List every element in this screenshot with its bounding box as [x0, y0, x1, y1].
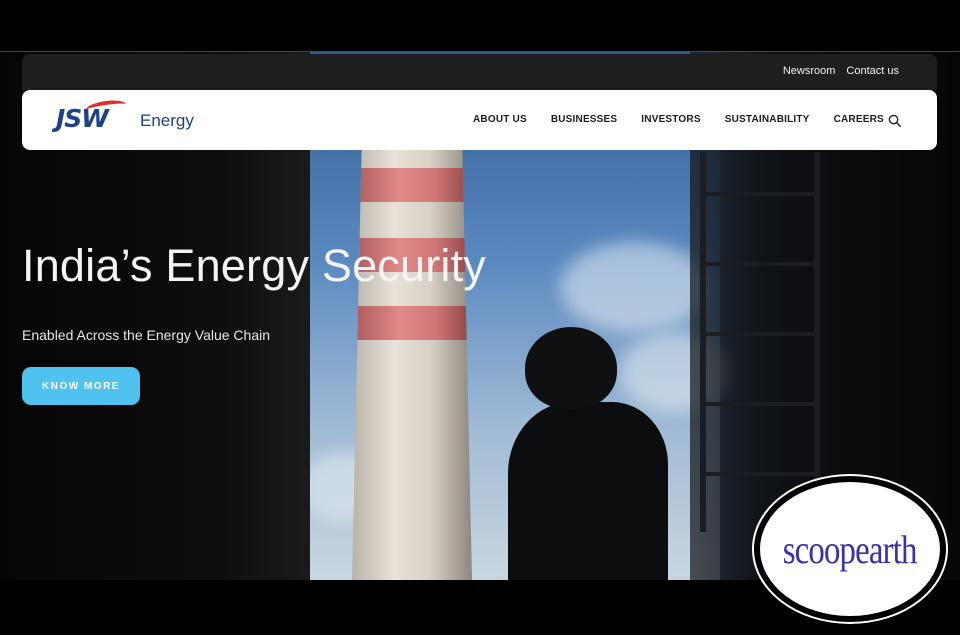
worker-silhouette-helmet [525, 327, 617, 409]
nav-item-investors[interactable]: INVESTORS [641, 114, 700, 125]
scaffold-rung [706, 332, 814, 336]
scaffold-rung [706, 472, 814, 476]
utility-bar: Newsroom Contact us [22, 54, 937, 90]
nav-menu: ABOUT US BUSINESSES INVESTORS SUSTAINABI… [473, 114, 884, 125]
watermark-text: scoopearth [783, 526, 918, 572]
jsw-energy-logo[interactable]: JSW Energy [56, 98, 206, 138]
search-icon[interactable] [888, 114, 901, 127]
hero-title: India’s Energy Security [22, 240, 487, 291]
hero-cloud [560, 242, 710, 332]
scaffold-rung [706, 262, 814, 266]
nav-item-businesses[interactable]: BUSINESSES [551, 114, 617, 125]
contact-us-link[interactable]: Contact us [846, 65, 899, 77]
know-more-button[interactable]: KNOW MORE [22, 367, 140, 405]
worker-silhouette-body [508, 402, 668, 580]
chimney-band [352, 168, 472, 202]
utility-links: Newsroom Contact us [783, 65, 899, 77]
nav-item-careers[interactable]: CAREERS [834, 114, 884, 125]
newsroom-link[interactable]: Newsroom [783, 65, 836, 77]
chimney-tower [352, 150, 472, 580]
steel-scaffold [700, 152, 820, 532]
scoopearth-watermark-badge: scoopearth [754, 476, 946, 622]
nav-item-sustainability[interactable]: SUSTAINABILITY [725, 114, 810, 125]
nav-item-about-us[interactable]: ABOUT US [473, 114, 527, 125]
main-navbar: JSW Energy ABOUT US BUSINESSES INVESTORS… [22, 90, 937, 150]
chimney-band [352, 306, 472, 340]
scaffold-rung [706, 192, 814, 196]
logo-text: Energy [140, 111, 194, 130]
hero-subtitle: Enabled Across the Energy Value Chain [22, 327, 271, 343]
logo-mark: JSW [56, 104, 109, 133]
scaffold-rung [706, 402, 814, 406]
top-black-bar [0, 0, 960, 52]
